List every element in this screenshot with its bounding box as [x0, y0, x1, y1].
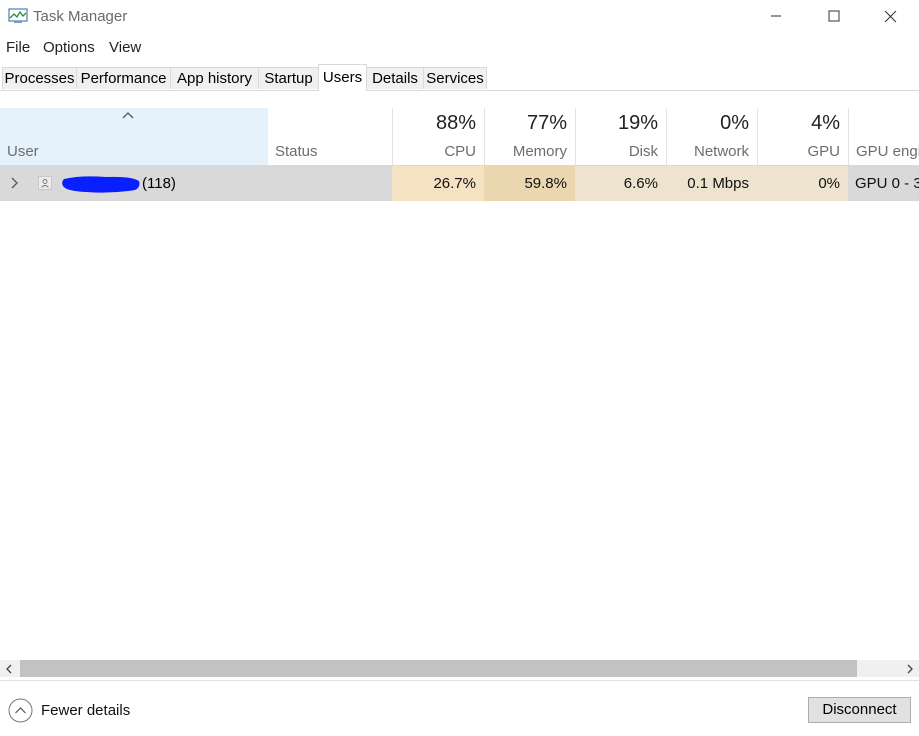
footer: Fewer details Disconnect — [0, 680, 919, 736]
cpu-total: 88% — [435, 112, 476, 134]
table-row[interactable]: (118) 26.7% 59.8% 6.6% 0.1 Mbps 0% GPU 0… — [0, 166, 919, 201]
scrollbar-thumb[interactable] — [20, 660, 857, 677]
tab-services[interactable]: Services — [423, 67, 487, 89]
column-name-memory: Memory — [512, 143, 567, 160]
task-manager-icon — [8, 8, 28, 23]
menu-file[interactable]: File — [6, 39, 30, 56]
column-header-row: User Status 88% CPU 77% Memory 19% Disk … — [0, 108, 919, 166]
minimize-icon — [771, 15, 781, 17]
column-header-memory[interactable]: 77% Memory — [484, 108, 575, 165]
cell-status — [268, 166, 392, 201]
column-name-cpu: CPU — [444, 143, 476, 160]
user-icon — [38, 176, 52, 190]
cell-gpu: 0% — [757, 166, 848, 201]
cell-disk: 6.6% — [575, 166, 666, 201]
network-total: 0% — [720, 112, 749, 134]
redacted-username — [62, 176, 140, 193]
column-header-user[interactable]: User — [0, 108, 268, 165]
tab-users[interactable]: Users — [318, 64, 367, 91]
tab-processes[interactable]: Processes — [2, 67, 77, 89]
collapse-up-icon — [8, 698, 33, 723]
cell-gpu-engine: GPU 0 - 3D — [855, 175, 919, 192]
column-header-network[interactable]: 0% Network — [666, 108, 757, 165]
tab-strip: Processes Performance App history Startu… — [0, 64, 919, 91]
gpu-total: 4% — [811, 112, 840, 134]
fewer-details-label: Fewer details — [41, 702, 131, 719]
chevron-up-icon — [122, 112, 134, 119]
scroll-left-icon[interactable] — [5, 664, 13, 674]
column-name-gpu-engine: GPU engi — [856, 143, 919, 160]
scroll-right-icon[interactable] — [906, 664, 914, 674]
tab-startup[interactable]: Startup — [258, 67, 319, 89]
fewer-details-button[interactable]: Fewer details — [8, 698, 130, 723]
minimize-button[interactable] — [747, 0, 805, 32]
tab-app-history[interactable]: App history — [170, 67, 259, 89]
menu-options[interactable]: Options — [43, 39, 95, 56]
column-header-gpu-engine[interactable]: GPU engi — [848, 108, 919, 165]
maximize-icon — [828, 10, 840, 22]
disk-total: 19% — [617, 112, 658, 134]
column-name-user: User — [7, 143, 39, 160]
memory-total: 77% — [526, 112, 567, 134]
column-name-gpu: GPU — [807, 143, 840, 160]
column-name-network: Network — [693, 143, 749, 160]
close-button[interactable] — [861, 0, 919, 32]
column-header-cpu[interactable]: 88% CPU — [392, 108, 484, 165]
menu-view[interactable]: View — [109, 39, 141, 56]
column-header-status[interactable]: Status — [268, 108, 392, 165]
maximize-button[interactable] — [805, 0, 863, 32]
tab-details[interactable]: Details — [366, 67, 424, 89]
column-name-status: Status — [275, 143, 318, 160]
window-title: Task Manager — [33, 8, 128, 25]
disconnect-button[interactable]: Disconnect — [808, 697, 911, 723]
title-bar: Task Manager — [0, 0, 919, 34]
column-header-disk[interactable]: 19% Disk — [575, 108, 666, 165]
cell-network: 0.1 Mbps — [666, 166, 757, 201]
cell-memory: 59.8% — [484, 166, 575, 201]
chevron-right-icon[interactable] — [9, 177, 19, 189]
horizontal-scrollbar[interactable] — [0, 660, 919, 677]
close-icon — [884, 10, 896, 22]
column-header-gpu[interactable]: 4% GPU — [757, 108, 848, 165]
process-count: (118) — [142, 175, 176, 192]
column-name-disk: Disk — [628, 143, 658, 160]
tab-performance[interactable]: Performance — [76, 67, 171, 89]
cell-cpu: 26.7% — [392, 166, 484, 201]
